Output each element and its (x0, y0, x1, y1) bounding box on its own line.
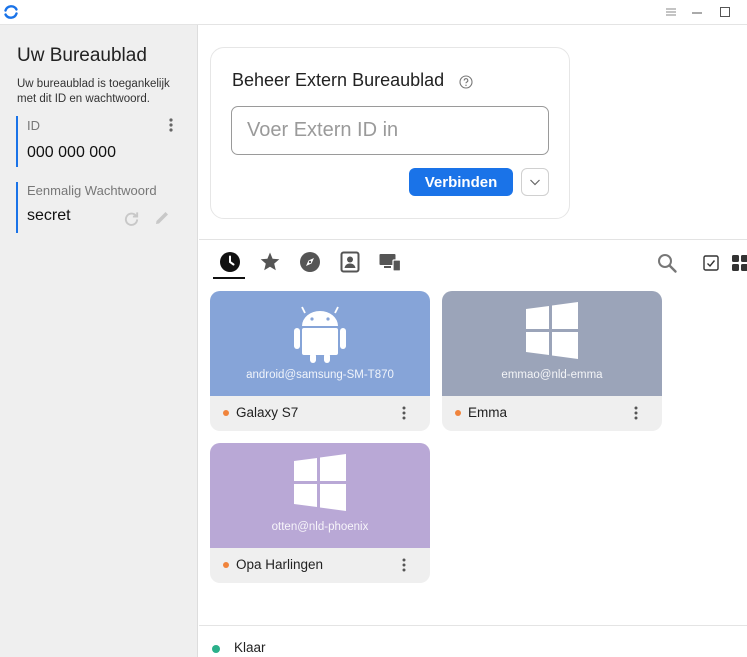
star-icon[interactable] (258, 250, 282, 274)
chevron-down-icon (530, 179, 540, 186)
peer-card-header: otten@nld-phoenix (210, 443, 430, 548)
help-icon[interactable] (459, 75, 473, 89)
password-value: secret (27, 207, 71, 224)
divider (199, 239, 747, 240)
checkbox-select-icon[interactable] (702, 254, 720, 272)
peer-name: Galaxy S7 (236, 405, 299, 420)
status-bar: Klaar (199, 625, 747, 657)
sidebar-title: Uw Bureaublad (17, 45, 147, 66)
id-block: ID 000 000 000 (16, 116, 181, 167)
tab-active-indicator (213, 277, 245, 279)
connect-card: Beheer Extern Bureaublad Verbinden (210, 47, 570, 219)
more-options-icon[interactable] (398, 405, 410, 421)
clock-icon[interactable] (218, 250, 242, 274)
id-label: ID (27, 118, 40, 133)
peer-username: otten@nld-phoenix (271, 521, 369, 533)
maximize-icon[interactable] (716, 3, 734, 21)
peer-status-dot (455, 410, 461, 416)
password-block: Eenmalig Wachtwoord secret (16, 182, 181, 233)
edit-pencil-icon[interactable] (153, 209, 171, 227)
peer-name: Emma (468, 405, 508, 420)
peer-card-header: emmao@nld-emma (442, 291, 662, 396)
sidebar: Uw Bureaublad Uw bureaublad is toegankel… (0, 25, 198, 657)
compass-icon[interactable] (298, 250, 322, 274)
id-value[interactable]: 000 000 000 (27, 144, 116, 162)
peer-status-dot (223, 562, 229, 568)
title-bar (0, 0, 747, 25)
peer-name: Opa Harlingen (236, 557, 324, 572)
status-indicator (212, 645, 220, 653)
connect-title: Beheer Extern Bureaublad (232, 70, 445, 90)
windows-icon (526, 302, 578, 359)
android-icon (294, 306, 346, 363)
more-options-icon[interactable] (630, 405, 642, 421)
peer-card-header: android@samsung-SM-T870 (210, 291, 430, 396)
peer-status-dot (223, 410, 229, 416)
more-options-icon[interactable] (398, 557, 410, 573)
remote-id-input[interactable] (231, 106, 549, 155)
hamburger-icon[interactable] (662, 3, 680, 21)
more-options-icon[interactable] (167, 117, 175, 133)
peer-card[interactable]: android@samsung-SM-T870 Galaxy S7 (210, 291, 430, 431)
refresh-icon[interactable] (123, 210, 140, 227)
devices-icon[interactable] (378, 250, 402, 274)
connect-button[interactable]: Verbinden (409, 168, 513, 196)
peer-card[interactable]: otten@nld-phoenix Opa Harlingen (210, 443, 430, 583)
minimize-icon[interactable] (688, 3, 706, 21)
password-label: Eenmalig Wachtwoord (27, 183, 157, 198)
windows-icon (294, 454, 346, 511)
contact-card-icon[interactable] (338, 250, 362, 274)
peer-username: emmao@nld-emma (501, 369, 603, 381)
search-icon[interactable] (656, 252, 678, 274)
connect-options-button[interactable] (521, 168, 549, 196)
status-text: Klaar (234, 640, 266, 655)
main-panel: Beheer Extern Bureaublad Verbinden (199, 25, 747, 657)
peer-username: android@samsung-SM-T870 (246, 369, 394, 381)
grid-view-icon[interactable] (731, 254, 747, 272)
sidebar-description: Uw bureaublad is toegankelijk met dit ID… (17, 78, 170, 105)
app-logo-icon (4, 5, 18, 19)
peer-card[interactable]: emmao@nld-emma Emma (442, 291, 662, 431)
